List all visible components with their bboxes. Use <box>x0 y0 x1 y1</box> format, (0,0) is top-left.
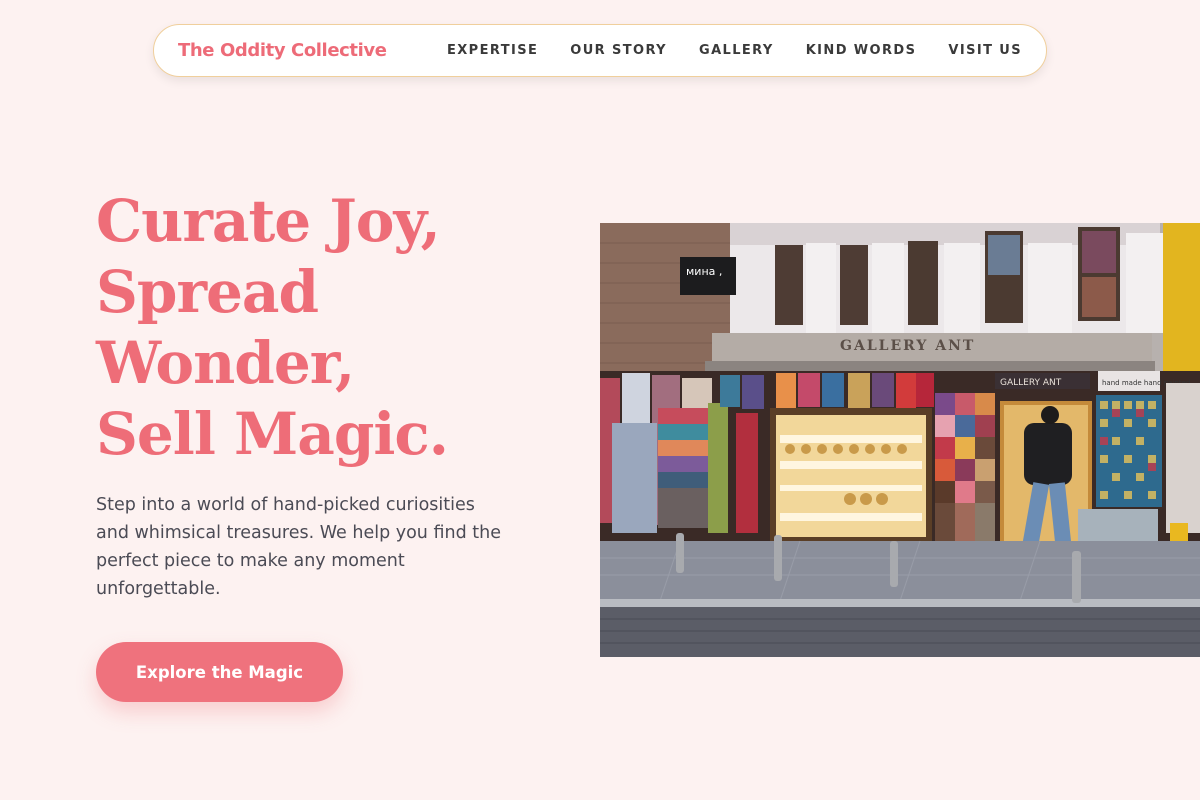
photo-black-sign: мина , <box>686 265 722 278</box>
shop-front-photo: мина , GALLERY ANT GALLERY ANT hand made… <box>600 223 1200 657</box>
photo-shop-sign: GALLERY ANT <box>840 338 975 354</box>
hero-title: Curate Joy, Spread Wonder, Sell Magic. <box>96 186 566 470</box>
photo-small-sign: GALLERY ANT <box>1000 378 1062 388</box>
nav-link-our-story[interactable]: OUR STORY <box>570 43 667 58</box>
hero-title-line: Wonder, <box>96 329 355 397</box>
hero-subtitle: Step into a world of hand-picked curiosi… <box>96 495 501 599</box>
hero-title-line: Sell Magic. <box>96 400 449 468</box>
top-navigation: The Oddity Collective EXPERTISE OUR STOR… <box>153 24 1047 77</box>
nav-link-visit-us[interactable]: VISIT US <box>948 43 1022 58</box>
nav-links: EXPERTISE OUR STORY GALLERY KIND WORDS V… <box>447 43 1022 58</box>
brand-logo[interactable]: The Oddity Collective <box>178 40 387 61</box>
hero-title-line: Curate Joy, <box>96 187 441 255</box>
nav-link-expertise[interactable]: EXPERTISE <box>447 43 538 58</box>
hero-title-line: Spread <box>96 258 319 326</box>
nav-link-kind-words[interactable]: KIND WORDS <box>806 43 917 58</box>
nav-link-gallery[interactable]: GALLERY <box>699 43 774 58</box>
explore-button[interactable]: Explore the Magic <box>96 642 343 702</box>
